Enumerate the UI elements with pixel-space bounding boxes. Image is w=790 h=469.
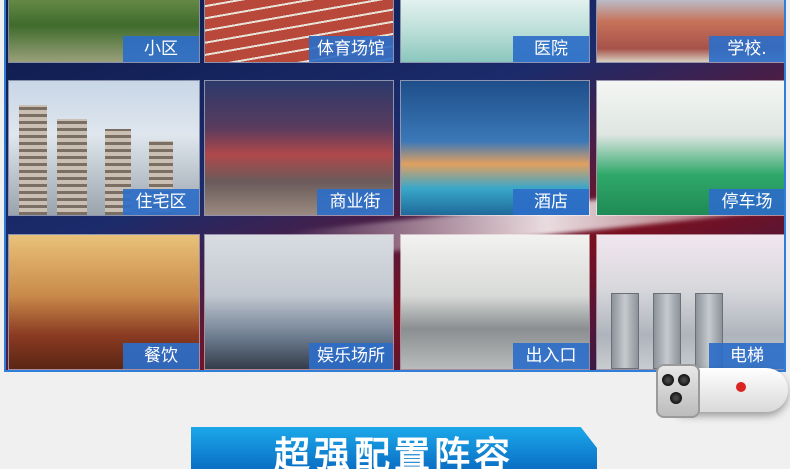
- tile-entertainment[interactable]: 娱乐场所: [204, 234, 394, 370]
- tile-label: 餐饮: [123, 343, 199, 369]
- tile-parking-lot[interactable]: 停车场: [596, 80, 784, 216]
- tile-elevator[interactable]: 电梯: [596, 234, 784, 370]
- tile-label: 酒店: [513, 189, 589, 215]
- tile-hotel[interactable]: 酒店: [400, 80, 590, 216]
- tile-label: 医院: [513, 36, 589, 62]
- tile-hospital[interactable]: 医院: [400, 0, 590, 63]
- tile-entrance[interactable]: 出入口: [400, 234, 590, 370]
- tile-label: 体育场馆: [309, 36, 393, 62]
- brand-logo-icon: [736, 382, 746, 392]
- tile-residential[interactable]: 住宅区: [8, 80, 200, 216]
- scene-grid-panel: 小区 体育场馆 医院 学校. 住宅区 商业街 酒店 停车场 餐饮 娱乐场所 出入…: [4, 0, 786, 372]
- tile-label: 住宅区: [123, 189, 199, 215]
- tile-stadium[interactable]: 体育场馆: [204, 0, 394, 63]
- banner-title: 超强配置阵容: [273, 435, 514, 469]
- tile-label: 学校.: [709, 36, 784, 62]
- security-camera-icon: [652, 360, 790, 422]
- tile-community[interactable]: 小区: [8, 0, 200, 63]
- tile-label: 出入口: [513, 343, 589, 369]
- tile-dining[interactable]: 餐饮: [8, 234, 200, 370]
- tile-label: 小区: [123, 36, 199, 62]
- tile-label: 娱乐场所: [309, 343, 393, 369]
- tile-school[interactable]: 学校.: [596, 0, 784, 63]
- tile-label: 商业街: [317, 189, 393, 215]
- tile-label: 停车场: [709, 189, 784, 215]
- tile-commercial-street[interactable]: 商业街: [204, 80, 394, 216]
- section-banner: 超强配置阵容: [191, 427, 597, 469]
